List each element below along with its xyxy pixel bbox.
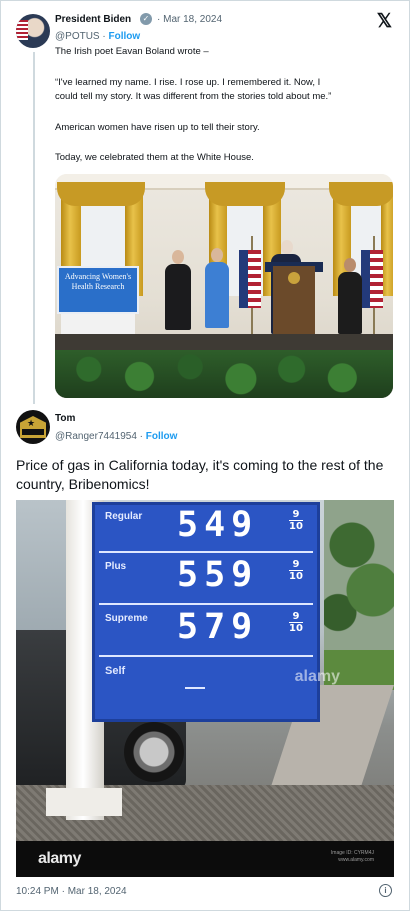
tenth-numerator: 9	[292, 509, 300, 520]
person-head	[211, 248, 223, 262]
valance	[329, 182, 393, 206]
tenth-denominator: 10	[289, 623, 303, 634]
tweet-text: Price of gas in California today, it's c…	[16, 457, 384, 492]
ranger-avatar[interactable]: ★	[16, 410, 50, 444]
quoted-text-line: “I've learned my name. I rise. I rose up…	[55, 77, 321, 88]
quoted-text-line: American women have risen up to tell the…	[55, 122, 260, 133]
x-logo-icon[interactable]: 𝕏	[377, 10, 392, 33]
trees	[324, 500, 394, 650]
price-tenth: 9 10	[287, 559, 305, 582]
tenth-denominator: 10	[289, 521, 303, 532]
alamy-logo: alamy	[38, 850, 81, 867]
quoted-text-line: Today, we celebrated them at the White H…	[55, 152, 254, 163]
valance	[205, 182, 285, 206]
stock-info: Image ID: CYRM4J www.alamy.com	[331, 850, 374, 864]
quoted-text-line: could tell my story. It was different fr…	[55, 91, 332, 102]
gas-price-sign: Regular 549 9 10 Plus 559 9 10 Supreme 579…	[92, 502, 320, 722]
thread-line	[33, 52, 35, 404]
quoted-handle-row: @POTUS · Follow	[55, 31, 140, 42]
self-divider	[185, 687, 205, 689]
quoted-date[interactable]: · Mar 18, 2024	[157, 14, 222, 25]
us-flag-icon	[361, 250, 383, 308]
badge-band	[22, 429, 44, 435]
person	[165, 264, 191, 330]
valance	[57, 182, 145, 206]
grade-label: Plus	[105, 561, 127, 572]
quoted-follow-link[interactable]: Follow	[109, 31, 141, 42]
event-sign: Advancing Women's Health Research	[57, 266, 139, 314]
star-icon: ★	[27, 418, 36, 428]
info-icon[interactable]: i	[379, 884, 392, 897]
follow-link[interactable]: Follow	[146, 431, 178, 442]
gas-price-photo[interactable]: Regular 549 9 10 Plus 559 9 10 Supreme 579…	[16, 500, 394, 877]
author-handle[interactable]: @Ranger7441954	[55, 431, 137, 442]
row-divider	[99, 655, 313, 657]
event-photo[interactable]: Advancing Women's Health Research	[55, 174, 393, 398]
author-name[interactable]: Tom	[55, 413, 75, 424]
price-value: 549	[177, 505, 259, 545]
row-divider	[99, 603, 313, 605]
watermark-overlay: alamy	[294, 668, 340, 685]
wheel	[124, 722, 184, 782]
separator: ·	[136, 431, 146, 442]
potus-avatar[interactable]	[16, 14, 50, 48]
tenth-numerator: 9	[292, 611, 300, 622]
price-value: 579	[177, 607, 259, 647]
tenth-numerator: 9	[292, 559, 300, 570]
quoted-text-line: The Irish poet Eavan Boland wrote –	[55, 46, 209, 57]
row-divider	[99, 551, 313, 553]
image-id: Image ID: CYRM4J	[330, 850, 374, 856]
quoted-handle[interactable]: @POTUS	[55, 31, 100, 42]
pole-base	[46, 788, 122, 816]
person	[338, 272, 362, 334]
person-head	[172, 250, 184, 264]
price-tenth: 9 10	[287, 611, 305, 634]
plants	[55, 350, 393, 398]
price-tenth: 9 10	[287, 509, 305, 532]
tweet-timestamp[interactable]: 10:24 PM · Mar 18, 2024	[16, 886, 127, 897]
person	[205, 262, 229, 328]
tenth-denominator: 10	[289, 571, 303, 582]
stock-site: www.alamy.com	[338, 857, 374, 863]
grade-label: Supreme	[105, 613, 148, 624]
self-label: Self	[105, 665, 126, 677]
verified-badge-icon: ✓	[140, 13, 152, 25]
seal-icon	[288, 272, 300, 284]
person-head	[281, 240, 293, 254]
handle-row: @Ranger7441954 · Follow	[55, 431, 177, 442]
separator: ·	[99, 31, 109, 42]
flag-icon	[16, 20, 28, 40]
person-head	[344, 258, 356, 272]
quoted-author-name[interactable]: President Biden	[55, 14, 131, 25]
grade-label: Regular	[105, 511, 143, 522]
price-value: 559	[177, 555, 259, 595]
us-flag-icon	[239, 250, 261, 308]
